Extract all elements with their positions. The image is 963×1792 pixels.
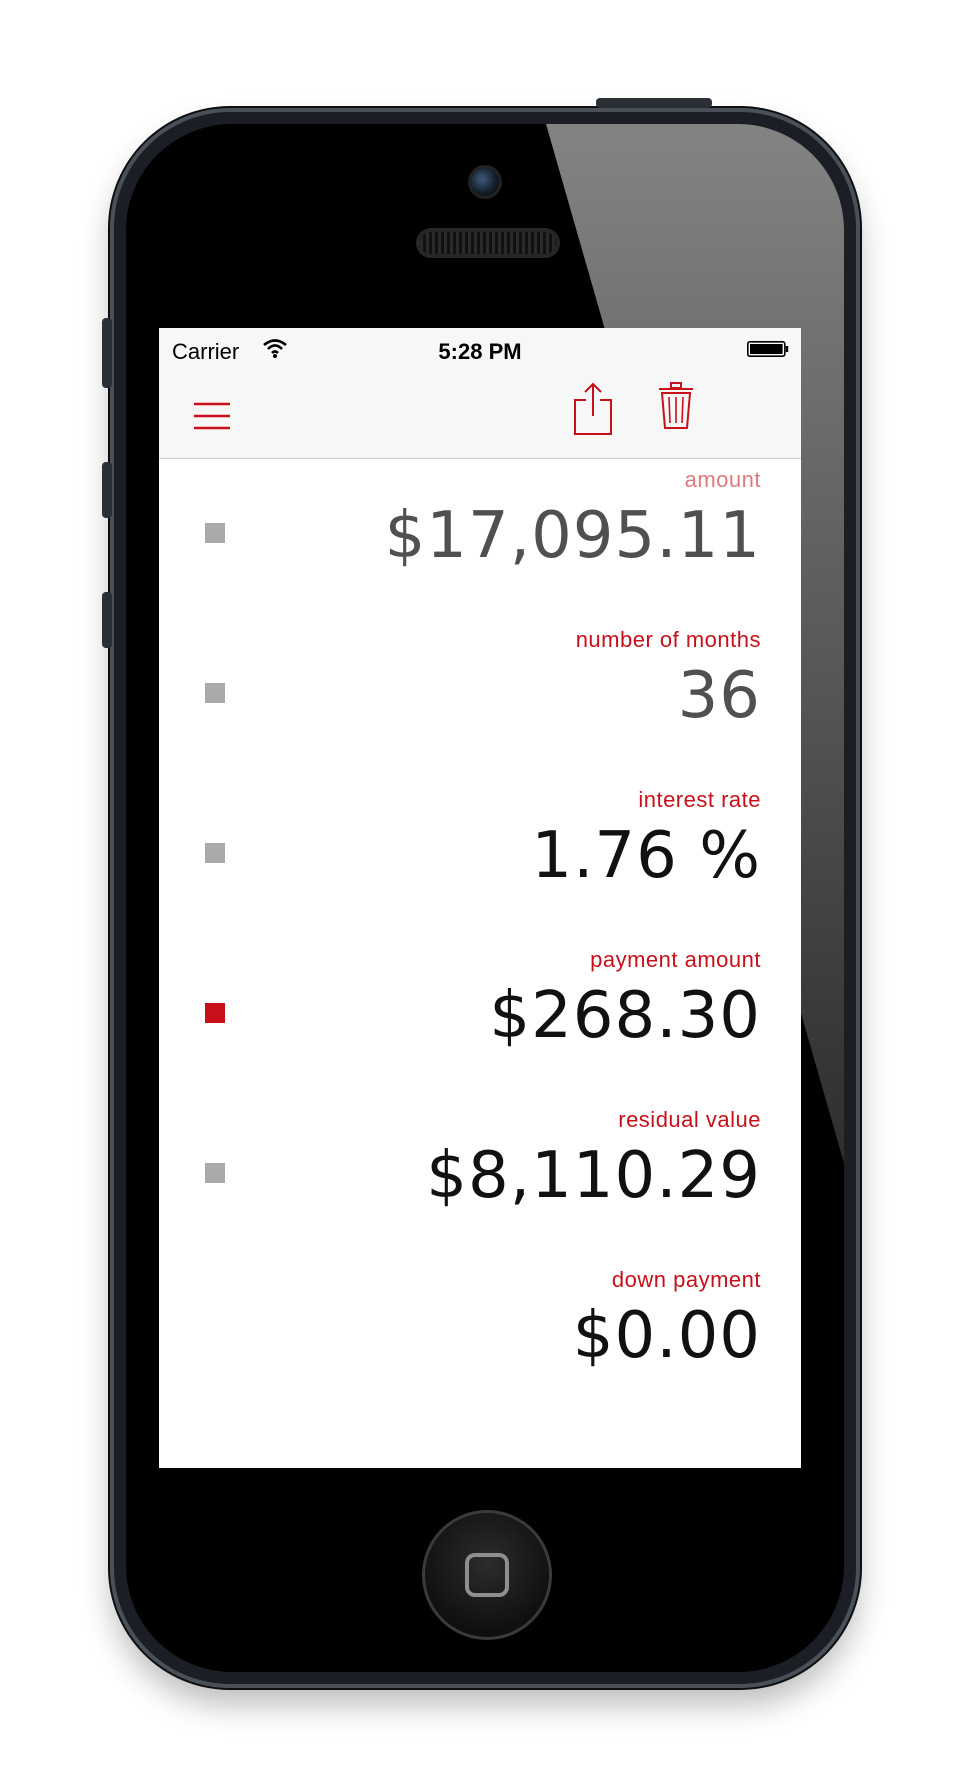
navigation-bar [159, 374, 801, 459]
field-value: 1.76 % [531, 819, 761, 893]
field-label: payment amount [590, 947, 761, 972]
loan-fields-list: amount $17,095.11 number of months 36 in… [159, 459, 801, 1419]
field-label: interest rate [638, 787, 761, 812]
row-marker [205, 683, 225, 703]
field-value: $0.00 [572, 1299, 761, 1373]
field-value: $8,110.29 [426, 1139, 761, 1213]
status-bar: Carrier 5:28 PM [159, 328, 801, 374]
field-row-amount[interactable]: amount $17,095.11 [159, 459, 801, 619]
home-square-icon [465, 1553, 509, 1597]
app-screen: Carrier 5:28 PM amount $17,095.11 number… [159, 328, 801, 1468]
battery-icon [747, 341, 789, 357]
field-value: 36 [677, 659, 761, 733]
row-marker [205, 843, 225, 863]
hamburger-menu-icon[interactable] [193, 401, 231, 431]
field-row-number-of-months[interactable]: number of months 36 [159, 619, 801, 779]
row-marker [205, 523, 225, 543]
field-value: $17,095.11 [384, 499, 761, 573]
share-icon[interactable] [572, 382, 614, 436]
field-row-payment-amount[interactable]: payment amount $268.30 [159, 939, 801, 1099]
field-row-down-payment[interactable]: down payment $0.00 [159, 1259, 801, 1419]
volume-up-button [102, 462, 112, 518]
camera-icon [471, 168, 499, 196]
row-marker-selected [205, 1003, 225, 1023]
field-label: amount [684, 467, 761, 492]
volume-down-button [102, 592, 112, 648]
field-label: down payment [611, 1267, 761, 1292]
field-label: number of months [575, 627, 761, 652]
home-button[interactable] [422, 1510, 552, 1640]
status-time: 5:28 PM [438, 339, 522, 364]
field-label: residual value [618, 1107, 761, 1132]
power-button [596, 98, 712, 108]
row-marker [205, 1163, 225, 1183]
speaker-grille [420, 232, 556, 254]
trash-icon[interactable] [658, 382, 694, 430]
mute-switch [102, 318, 112, 388]
field-value: $268.30 [489, 979, 761, 1053]
field-row-interest-rate[interactable]: interest rate 1.76 % [159, 779, 801, 939]
field-row-residual-value[interactable]: residual value $8,110.29 [159, 1099, 801, 1259]
